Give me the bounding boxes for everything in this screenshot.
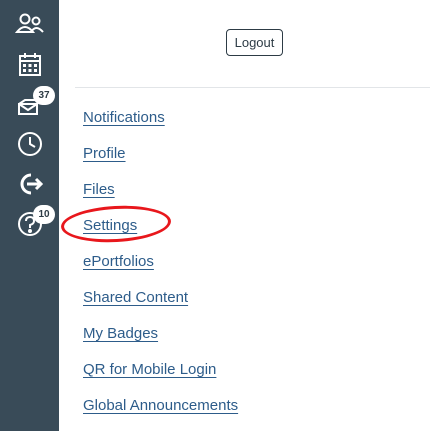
menu-link-profile[interactable]: Profile [83,145,126,163]
calendar-icon [18,52,41,76]
history-icon [17,131,43,157]
menu-link-qr-mobile-login[interactable]: QR for Mobile Login [83,361,216,379]
global-nav-commons[interactable] [0,164,59,204]
menu-link-my-badges[interactable]: My Badges [83,325,158,343]
help-notification-badge: 10 [33,205,55,224]
account-icon [14,12,45,36]
global-nav-history[interactable] [0,124,59,164]
header-divider [75,87,430,88]
menu-link-notifications[interactable]: Notifications [83,109,165,127]
menu-link-eportfolios[interactable]: ePortfolios [83,253,154,271]
menu-link-files[interactable]: Files [83,181,115,199]
inbox-unread-badge: 37 [33,86,55,105]
global-nav-inbox[interactable]: 37 [0,84,59,124]
logout-button[interactable]: Logout [226,29,283,56]
global-nav-help[interactable]: 10 [0,204,59,244]
global-nav-calendar[interactable] [0,44,59,84]
global-nav: 37 10 [0,0,59,431]
commons-icon [17,172,43,196]
menu-link-global-announcements[interactable]: Global Announcements [83,397,238,415]
global-nav-account[interactable] [0,4,59,44]
menu-link-settings[interactable]: Settings [83,217,137,235]
menu-link-shared-content[interactable]: Shared Content [83,289,188,307]
